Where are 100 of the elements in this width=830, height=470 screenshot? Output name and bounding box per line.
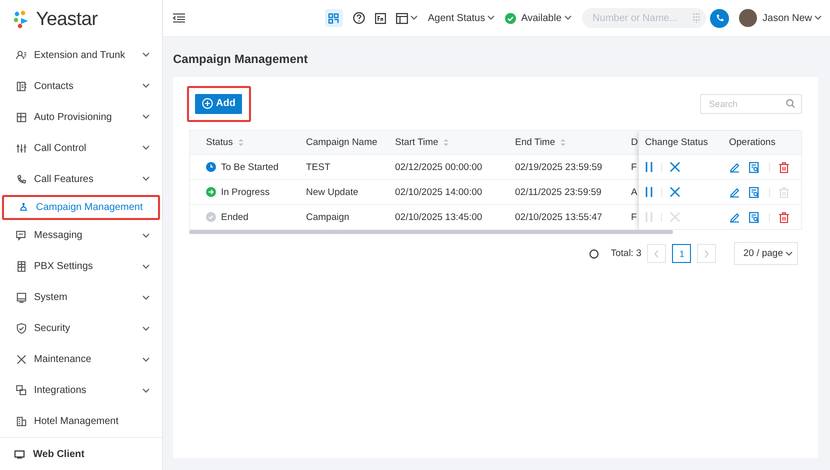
table-cell: A [631, 186, 638, 198]
page-number[interactable]: 1 [672, 244, 692, 263]
close-icon[interactable] [670, 162, 680, 172]
sidebar-item[interactable]: PBX Settings [0, 251, 162, 282]
edit-icon[interactable] [729, 162, 740, 172]
function-key-icon[interactable] [374, 12, 386, 24]
add-button[interactable]: Add [195, 94, 242, 114]
menu-item-icon [16, 80, 27, 92]
refresh-icon[interactable] [588, 248, 599, 258]
chevron-icon [410, 15, 418, 21]
agent-status-menu[interactable]: Agent Status [428, 12, 496, 24]
chevron-icon [142, 294, 150, 301]
chevron-icon [142, 356, 150, 363]
sidebar-item[interactable]: Call Features [0, 164, 162, 195]
dial-field[interactable]: Number or Name... [582, 8, 706, 28]
page-title: Campaign Management [173, 52, 309, 66]
edit-icon[interactable] [729, 186, 740, 198]
chevron-icon [142, 114, 150, 120]
details-icon[interactable] [749, 186, 760, 198]
user-menu[interactable]: Jason New [738, 9, 822, 27]
sidebar-item[interactable]: System [0, 282, 162, 314]
chevron-icon [704, 250, 710, 258]
sidebar-item[interactable]: Contacts [0, 70, 162, 102]
sidebar-item[interactable]: Hotel Management [0, 406, 162, 437]
search-field[interactable]: Search [700, 94, 802, 114]
chevron-icon [814, 15, 822, 21]
chevron-icon [142, 52, 150, 58]
total-count: Total: 3 [610, 248, 642, 259]
chevron-icon [142, 326, 150, 332]
avatar [738, 9, 757, 27]
details-icon[interactable] [749, 162, 760, 172]
sidebar-item[interactable]: Campaign Management [2, 194, 160, 220]
table-cell: Campaign [306, 212, 350, 222]
chevron-icon [142, 145, 150, 152]
chevron-icon [142, 232, 150, 239]
menu-item-icon [16, 142, 27, 154]
chevron-icon [785, 250, 793, 256]
call-button[interactable] [710, 8, 729, 28]
column-header: Change Status [645, 137, 708, 148]
page-size-select[interactable]: 20 / page [734, 242, 798, 265]
status-text: Ended [221, 212, 248, 222]
menu-item-icon [16, 174, 27, 185]
pause-icon[interactable] [645, 187, 653, 197]
table-cell: New Update [306, 186, 358, 198]
table-cell: F [631, 162, 637, 172]
monitor-icon [14, 449, 25, 459]
chevron-icon [142, 388, 150, 394]
table-cell: 02/12/2025 00:00:00 [395, 162, 482, 172]
sidebar-item[interactable]: Messaging [0, 220, 162, 252]
sidebar-item[interactable]: Auto Provisioning [0, 102, 162, 133]
column-header: Campaign Name [306, 137, 378, 148]
plus-circle-icon [202, 98, 213, 109]
close-icon[interactable] [670, 187, 680, 197]
column-header: Start Time [395, 137, 438, 148]
column-header: D [631, 137, 638, 148]
menu-item-icon [16, 261, 27, 272]
scrollbar[interactable] [189, 230, 673, 234]
table-cell: F [631, 212, 637, 222]
window-menu[interactable] [396, 12, 418, 24]
table-cell: 02/10/2025 14:00:00 [395, 186, 482, 198]
chevron-icon [654, 250, 660, 258]
menu-item-icon [18, 202, 29, 214]
chevron-icon [487, 15, 496, 21]
status-text: In Progress [221, 186, 270, 198]
window-icon [396, 12, 408, 24]
help-icon[interactable] [352, 12, 365, 24]
delete-icon[interactable] [779, 162, 789, 172]
sidebar-item[interactable]: Call Control [0, 132, 162, 164]
qr-code-icon[interactable] [324, 9, 343, 27]
dial-input[interactable]: Number or Name... [590, 12, 693, 24]
menu-item-icon [16, 112, 27, 123]
pause-icon[interactable] [645, 162, 653, 172]
details-icon[interactable] [749, 212, 760, 222]
brand-name: Yeastar [36, 9, 98, 31]
sidebar-item[interactable]: Integrations [0, 375, 162, 406]
web-client-link[interactable]: Web Client [33, 448, 84, 460]
availability-menu[interactable]: Available [505, 12, 572, 24]
menu-item-icon [16, 292, 27, 304]
chevron-icon [142, 176, 150, 182]
phone-icon [714, 14, 724, 22]
table-cell: 02/10/2025 13:45:00 [395, 212, 482, 222]
column-header: Operations [729, 137, 776, 148]
table-cell: 02/11/2025 23:59:59 [515, 186, 602, 198]
table-cell: TEST [306, 162, 330, 172]
edit-icon[interactable] [729, 212, 740, 222]
chevron-icon [142, 83, 150, 90]
table-cell: 02/10/2025 13:55:47 [515, 212, 602, 222]
column-header: Status [206, 137, 233, 148]
menu-item-icon [16, 354, 27, 366]
collapse-menu-icon[interactable] [173, 13, 185, 23]
menu-item-icon [16, 385, 27, 396]
status-text: To Be Started [221, 162, 279, 172]
menu-item-icon [16, 230, 27, 242]
sidebar-item[interactable]: Security [0, 313, 162, 344]
column-header: End Time [515, 137, 556, 148]
search-icon[interactable] [786, 99, 795, 108]
sidebar-item[interactable]: Maintenance [0, 344, 162, 376]
chevron-icon [142, 264, 150, 270]
delete-icon[interactable] [779, 212, 789, 222]
sidebar-item[interactable]: Extension and Trunk [0, 40, 162, 71]
